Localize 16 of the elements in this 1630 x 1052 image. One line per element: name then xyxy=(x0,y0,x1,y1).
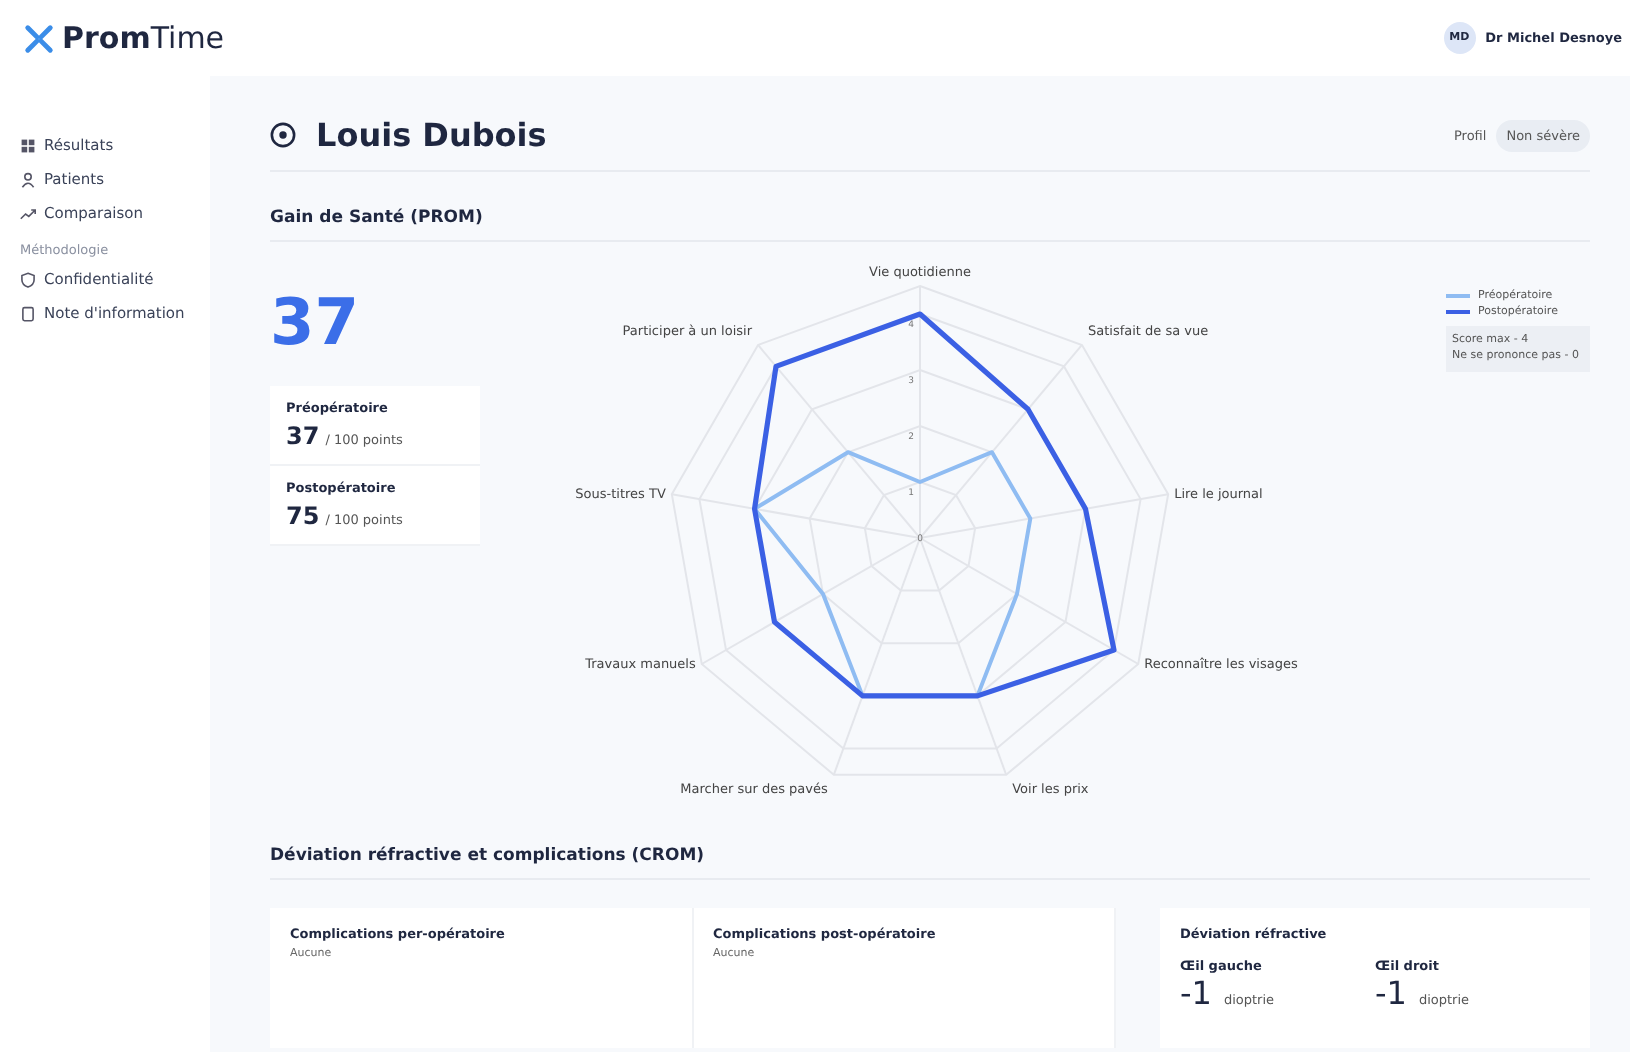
person-icon xyxy=(20,171,36,187)
eye-value: -1 xyxy=(1375,974,1407,1012)
logo-text: PromTime xyxy=(62,20,225,56)
logo-icon xyxy=(24,23,54,53)
section-title: Gain de Santé (PROM) xyxy=(270,172,1590,242)
score-value: 37 xyxy=(286,422,320,450)
grid-icon xyxy=(20,137,36,153)
score-value: 75 xyxy=(286,502,320,530)
section-title: Déviation réfractive et complications (CROM) xyxy=(270,846,1590,880)
gain-score: 37 xyxy=(270,290,362,354)
back-icon[interactable] xyxy=(270,122,296,148)
patient-name: Louis Dubois xyxy=(316,116,547,154)
shield-icon xyxy=(20,271,36,287)
eye-value: -1 xyxy=(1180,974,1212,1012)
document-icon xyxy=(20,305,36,321)
trend-icon xyxy=(20,205,36,221)
